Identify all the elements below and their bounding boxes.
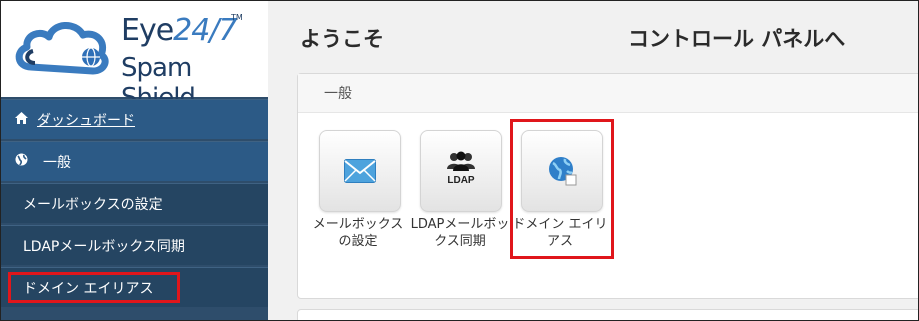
panel-title: 一般	[324, 86, 352, 102]
home-icon	[15, 111, 29, 128]
general-panel: 一般 LDAP メールボックスの設定 LDAPメールボックス同期 ドメイン エイ…	[297, 73, 918, 299]
highlight-box-sidebar	[8, 272, 180, 303]
sidebar-item-ldap-sync[interactable]: LDAPメールボックス同期	[1, 225, 268, 265]
tile-caption-mailbox-settings: メールボックスの設定	[312, 217, 404, 249]
sidebar-item-mailbox-settings[interactable]: メールボックスの設定	[1, 183, 268, 223]
logo[interactable]: Eye24/7 TM Spam Shield	[1, 1, 269, 113]
brand-247: 24/7	[173, 13, 237, 48]
brand-tm: TM	[231, 13, 243, 22]
sidebar-item-label: 一般	[43, 154, 71, 171]
app-frame: Eye24/7 TM Spam Shield ダッシュボード 一般 メールボック…	[0, 0, 919, 321]
sidebar-item-dashboard[interactable]: ダッシュボード	[1, 99, 268, 139]
ldap-icon-label: LDAP	[447, 175, 475, 186]
page-title-welcome: ようこそ	[300, 27, 384, 51]
sidebar-item-label: ダッシュボード	[37, 112, 135, 129]
sidebar: Eye24/7 TM Spam Shield ダッシュボード 一般 メールボック…	[1, 1, 269, 320]
cloud-logo-icon	[15, 22, 109, 75]
panel-header: 一般	[298, 74, 918, 113]
tile-mailbox-settings[interactable]	[319, 130, 401, 212]
envelope-icon	[344, 159, 376, 183]
sidebar-item-label: LDAPメールボックス同期	[23, 238, 185, 255]
main-content: ようこそ コントロール パネルへ 一般 LDAP メールボックスの設定 LDAP…	[268, 1, 918, 320]
bottom-panel	[297, 309, 918, 320]
sidebar-item-general[interactable]: 一般	[1, 141, 268, 181]
highlight-box-tile	[510, 119, 614, 259]
globe-icon	[15, 153, 29, 170]
page-title-control-panel: コントロール パネルへ	[628, 27, 846, 51]
tile-ldap-sync[interactable]: LDAP	[420, 130, 502, 212]
brand-line1: Eye24/7	[121, 13, 238, 48]
ldap-users-icon	[447, 151, 475, 171]
sidebar-item-label: メールボックスの設定	[23, 196, 163, 213]
tile-caption-ldap-sync: LDAPメールボックス同期	[410, 217, 510, 249]
